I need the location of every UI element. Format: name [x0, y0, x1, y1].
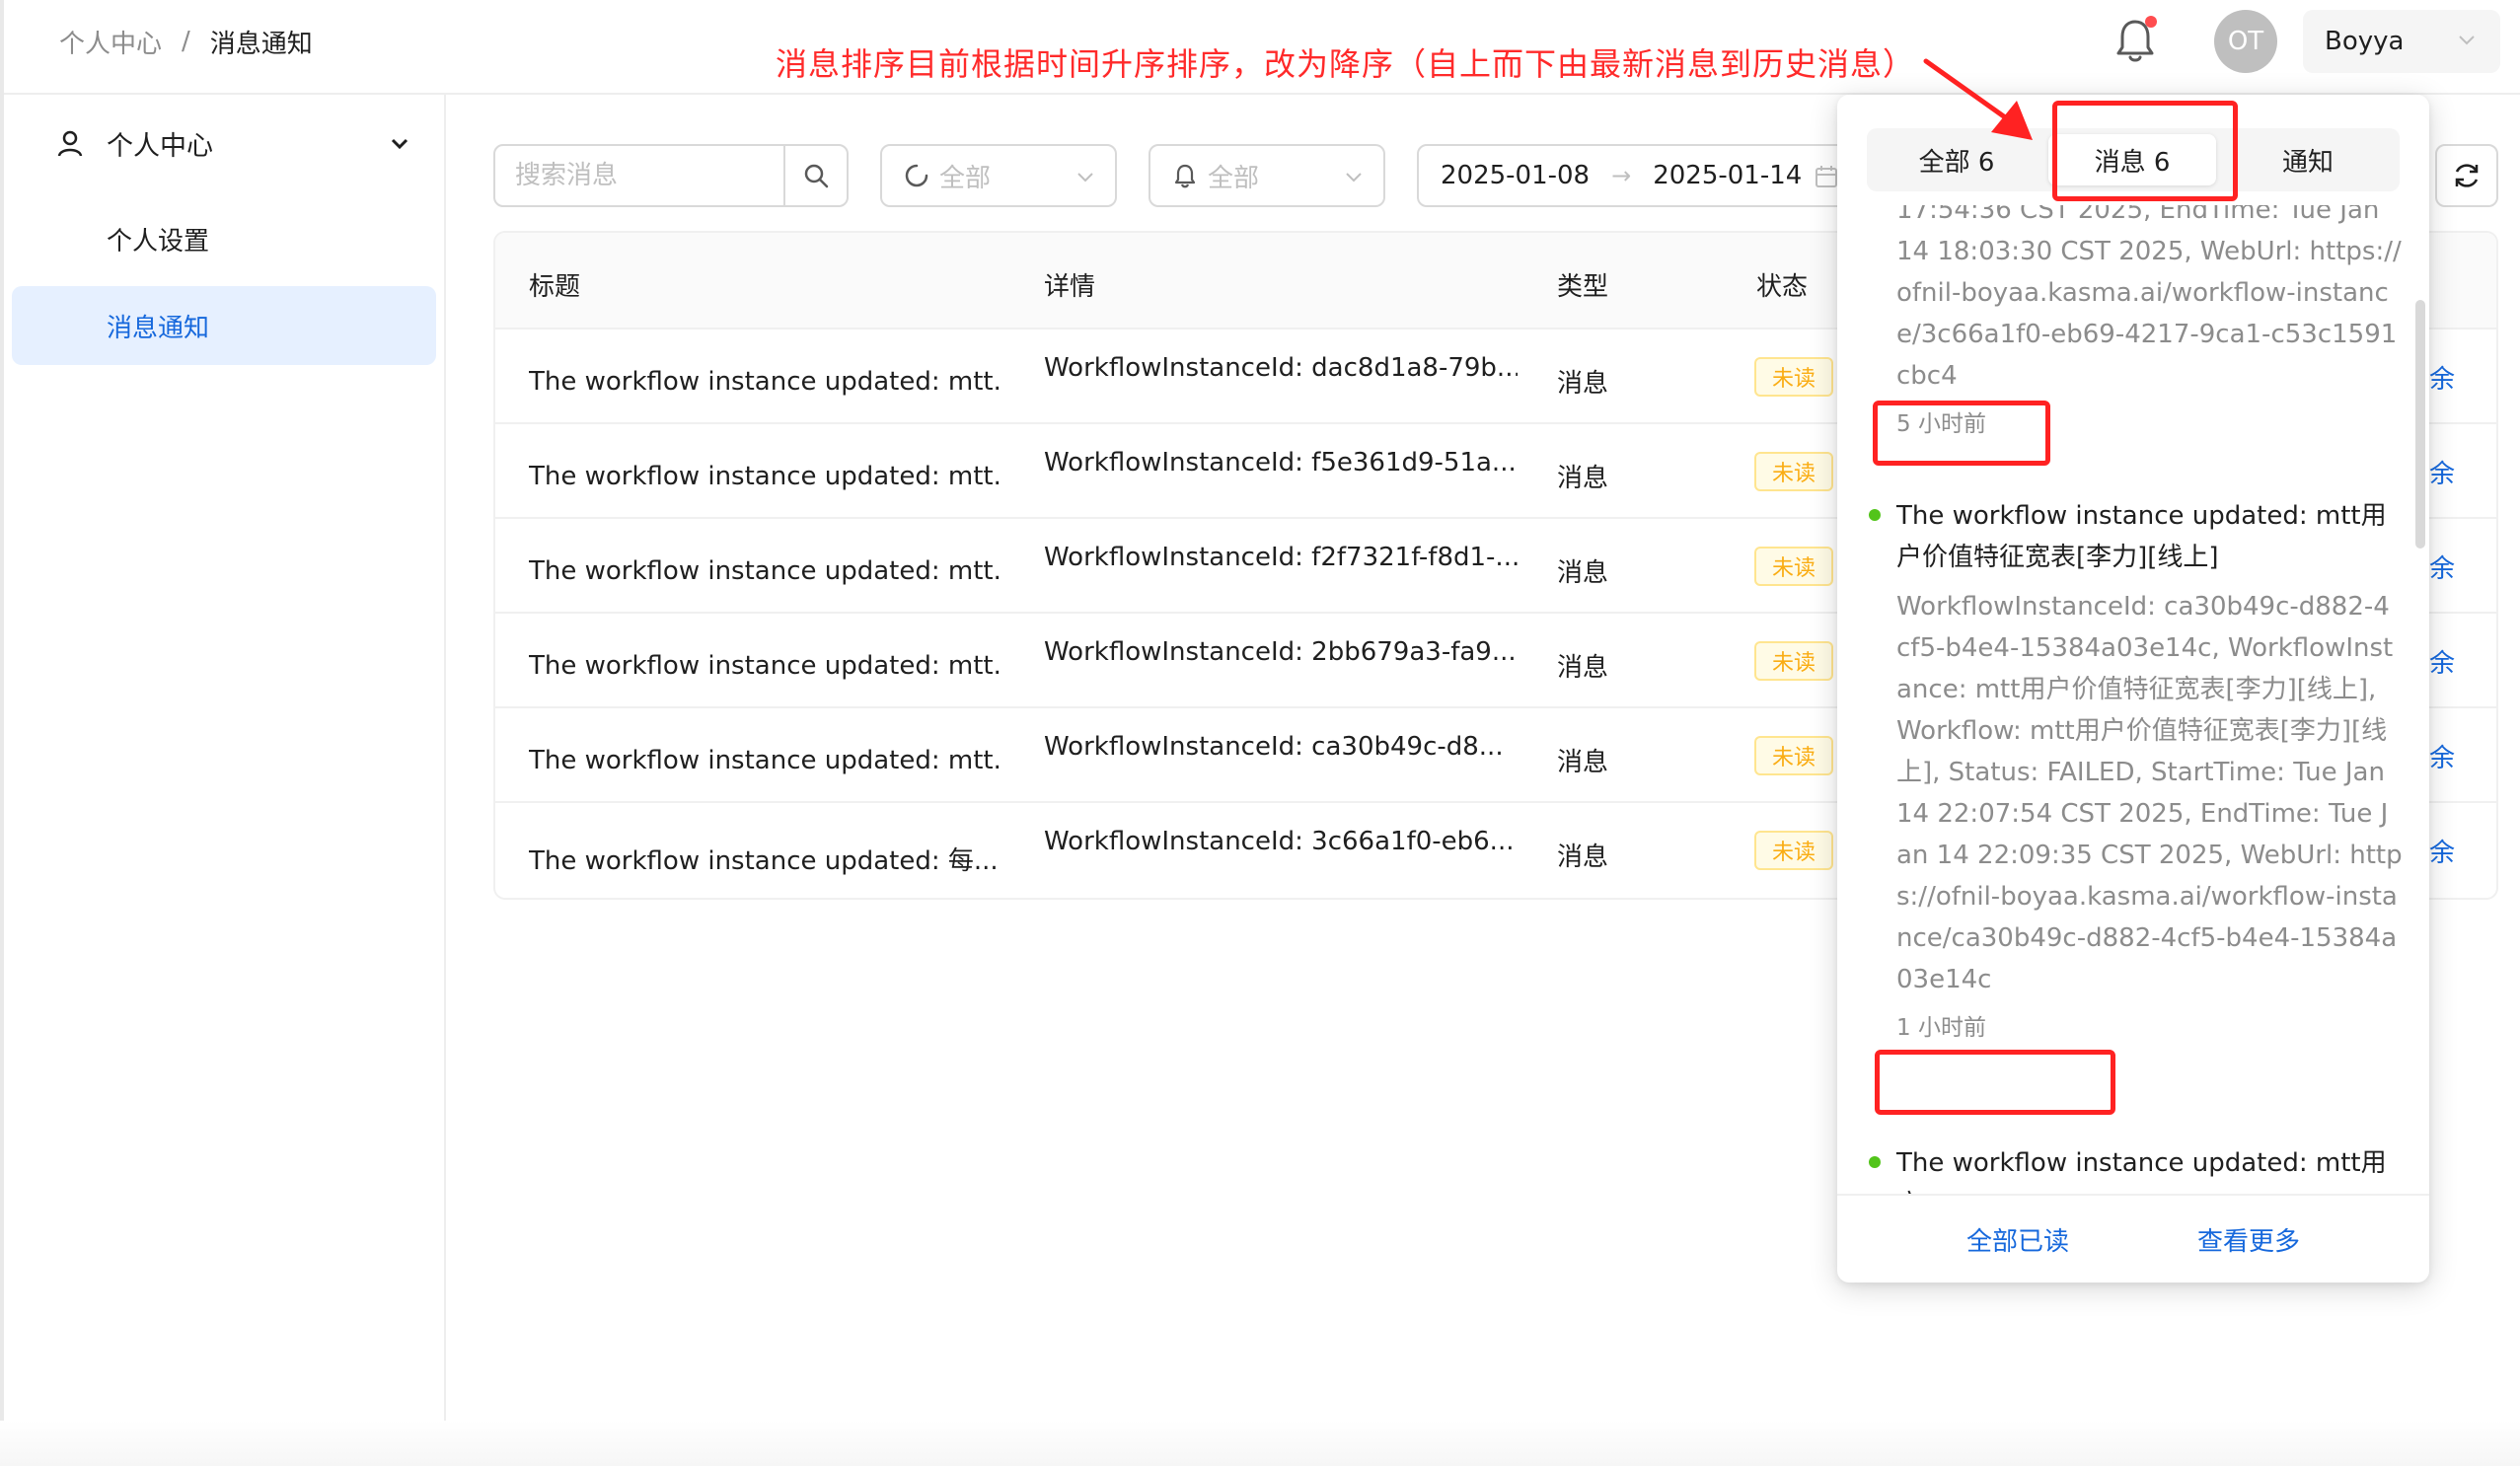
row-title: The workflow instance updated: mtt...	[529, 746, 1002, 775]
list-item[interactable]: The workflow instance updated: mtt用户	[1869, 1142, 2404, 1194]
status-badge: 未读	[1754, 357, 1833, 397]
search-button[interactable]	[783, 146, 847, 205]
message-time: 1 小时前	[1896, 1015, 1986, 1041]
sidebar-item-label: 个人设置	[107, 226, 210, 257]
app-window: 个人中心 / 消息通知 消息排序目前根据时间升序排序，改为降序（自上而下由最新消…	[0, 0, 2520, 1466]
row-type: 消息	[1557, 843, 1609, 872]
row-type: 消息	[1557, 369, 1609, 399]
breadcrumb-current: 消息通知	[209, 29, 313, 59]
message-title: The workflow instance updated: mtt用户价值特征…	[1896, 501, 2387, 572]
column-header-title: 标题	[529, 272, 581, 302]
annotation-box-time-2	[1875, 1050, 2115, 1115]
sidebar: 个人中心 个人设置 消息通知	[4, 95, 446, 1421]
chevron-down-icon	[1077, 173, 1093, 183]
row-detail: WorkflowInstanceId: f5e361d9-51a...	[1044, 448, 1517, 477]
breadcrumb: 个人中心 / 消息通知	[59, 24, 313, 59]
row-action-link[interactable]: 余	[2429, 359, 2455, 396]
column-header-detail: 详情	[1044, 272, 1096, 302]
avatar[interactable]: OT	[2214, 10, 2277, 73]
breadcrumb-personal-center[interactable]: 个人中心	[59, 24, 162, 60]
search-box	[493, 144, 849, 207]
row-type: 消息	[1557, 464, 1609, 493]
date-end[interactable]: 2025-01-14	[1653, 161, 1802, 190]
row-action-link[interactable]: 余	[2429, 738, 2455, 774]
sidebar-item-notifications[interactable]: 消息通知	[12, 286, 436, 365]
bell-icon	[1174, 164, 1196, 188]
message-detail: 17:54:36 CST 2025, EndTime: Tue Jan 14 1…	[1896, 205, 2402, 391]
search-icon	[804, 164, 829, 188]
view-more-button[interactable]: 查看更多	[2197, 1221, 2300, 1258]
status-badge: 未读	[1754, 641, 1833, 681]
popover-footer: 全部已读 查看更多	[1837, 1194, 2429, 1283]
status-badge: 未读	[1754, 452, 1833, 491]
column-header-status: 状态	[1756, 272, 1809, 302]
bottom-edge	[0, 1421, 2520, 1466]
refresh-button[interactable]	[2435, 144, 2498, 207]
calendar-icon	[1816, 166, 1837, 187]
row-title: The workflow instance updated: mtt...	[529, 367, 1002, 397]
status-badge: 未读	[1754, 831, 1833, 870]
chevron-down-icon	[1346, 173, 1362, 183]
status-badge: 未读	[1754, 547, 1833, 586]
type-filter-select[interactable]: 全部	[1149, 144, 1385, 207]
row-type: 消息	[1557, 653, 1609, 683]
status-filter-select[interactable]: 全部	[880, 144, 1117, 207]
row-action-link[interactable]: 余	[2429, 643, 2455, 680]
sidebar-item-label: 消息通知	[107, 313, 210, 343]
chevron-down-icon	[2459, 36, 2475, 45]
row-type: 消息	[1557, 558, 1609, 588]
arrow-right-icon: →	[1611, 162, 1632, 189]
row-detail: WorkflowInstanceId: dac8d1a8-79b...	[1044, 353, 1518, 383]
tab-notices[interactable]: 通知	[2224, 134, 2392, 185]
row-action-link[interactable]: 余	[2429, 833, 2455, 869]
message-title: The workflow instance updated: mtt用户	[1896, 1148, 2387, 1194]
mark-all-read-button[interactable]: 全部已读	[1966, 1221, 2069, 1258]
row-title: The workflow instance updated: mtt...	[529, 556, 1002, 586]
row-detail: WorkflowInstanceId: ca30b49c-d8...	[1044, 732, 1504, 762]
message-list[interactable]: 17:54:36 CST 2025, EndTime: Tue Jan 14 1…	[1837, 205, 2429, 1194]
row-action-link[interactable]: 余	[2429, 549, 2455, 585]
row-type: 消息	[1557, 748, 1609, 777]
notification-dot	[2145, 16, 2157, 28]
popover-scrollbar[interactable]	[2415, 300, 2425, 549]
search-input[interactable]	[495, 146, 783, 205]
annotation-box-messages-tab	[2052, 101, 2238, 201]
annotation-box-time-1	[1873, 401, 2050, 466]
annotation-text: 消息排序目前根据时间升序排序，改为降序（自上而下由最新消息到历史消息）	[776, 45, 1916, 83]
refresh-icon	[2455, 164, 2479, 187]
loading-icon	[905, 164, 928, 187]
sidebar-item-personal-settings[interactable]: 个人设置	[12, 199, 436, 278]
date-start[interactable]: 2025-01-08	[1441, 161, 1590, 190]
row-title: The workflow instance updated: 每...	[529, 846, 999, 876]
date-range-picker[interactable]: 2025-01-08 → 2025-01-14	[1417, 144, 1851, 207]
row-detail: WorkflowInstanceId: 3c66a1f0-eb6...	[1044, 827, 1515, 856]
sidebar-group-label: 个人中心	[107, 131, 213, 162]
user-menu[interactable]: Boyya	[2303, 10, 2500, 73]
sidebar-group-personal-center[interactable]: 个人中心	[4, 95, 444, 193]
column-header-type: 类型	[1557, 272, 1609, 302]
type-filter-value: 全部	[1208, 163, 1260, 193]
annotation-arrow-icon	[1923, 58, 2033, 140]
status-badge: 未读	[1754, 736, 1833, 775]
row-title: The workflow instance updated: mtt...	[529, 462, 1002, 491]
unread-dot	[1869, 1156, 1881, 1168]
user-icon	[57, 130, 83, 157]
user-name: Boyya	[2325, 27, 2405, 56]
row-action-link[interactable]: 余	[2429, 454, 2455, 490]
row-title: The workflow instance updated: mtt...	[529, 651, 1002, 681]
row-detail: WorkflowInstanceId: f2f7321f-f8d1-...	[1044, 543, 1518, 572]
status-filter-value: 全部	[939, 163, 992, 193]
list-item[interactable]: The workflow instance updated: mtt用户价值特征…	[1869, 495, 2404, 1046]
row-detail: WorkflowInstanceId: 2bb679a3-fa9...	[1044, 637, 1517, 667]
breadcrumb-separator: /	[182, 27, 190, 56]
chevron-down-icon	[391, 138, 408, 150]
message-detail: WorkflowInstanceId: ca30b49c-d882-4cf5-b…	[1896, 592, 2403, 994]
unread-dot	[1869, 509, 1881, 521]
